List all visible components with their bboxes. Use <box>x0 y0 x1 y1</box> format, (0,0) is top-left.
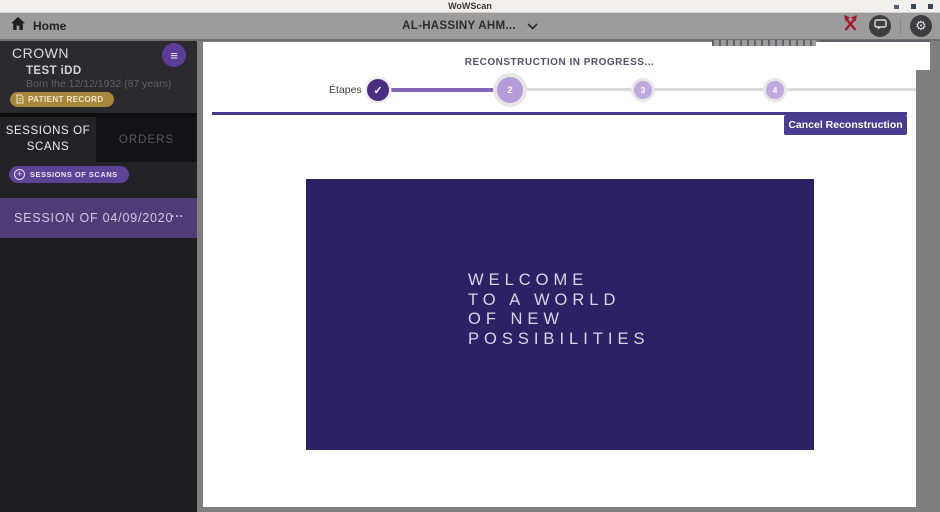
sidebar: CROWN ≡ TEST iDD Born the 12/12/1932 (87… <box>0 41 197 512</box>
chevron-down-icon <box>527 17 538 35</box>
step-4: 4 <box>766 81 784 99</box>
case-menu-button[interactable]: ≡ <box>162 43 186 67</box>
cancel-reconstruction-button[interactable]: Cancel Reconstruction <box>784 115 907 135</box>
welcome-banner: WELCOME TO A WORLD OF NEW POSSIBILITIES <box>306 179 814 450</box>
tab-orders[interactable]: ORDERS <box>96 117 197 162</box>
settings-button[interactable]: ⚙ <box>910 15 932 37</box>
patient-card: CROWN ≡ TEST iDD Born the 12/12/1932 (87… <box>0 41 197 113</box>
banner-line: WELCOME <box>468 271 649 291</box>
session-menu-button[interactable]: ... <box>171 206 184 220</box>
page-title: RECONSTRUCTION IN PROGRESS... <box>203 57 916 68</box>
home-label: Home <box>33 19 66 33</box>
check-icon: ✓ <box>373 84 382 97</box>
banner-line: OF NEW <box>468 310 649 330</box>
banner-line: POSSIBILITIES <box>468 330 649 350</box>
window-titlebar: WoWScan <box>0 0 940 13</box>
chat-button[interactable] <box>869 15 891 37</box>
maximize-button[interactable] <box>911 4 916 9</box>
tooltip-fragment-strip <box>712 40 816 46</box>
steps-label: Étapes <box>329 84 362 96</box>
session-label: SESSION OF 04/09/2020 <box>14 211 173 225</box>
wow-logo-icon <box>841 14 860 38</box>
stepper-track-complete <box>378 88 510 92</box>
stepper-track-remaining <box>510 88 916 91</box>
step-1-done: ✓ <box>367 79 389 101</box>
close-button[interactable] <box>928 4 933 9</box>
patient-selector-dropdown[interactable]: AL-HASSINY AHM... <box>402 13 538 39</box>
patient-record-label: PATIENT RECORD <box>28 95 104 104</box>
patient-name: TEST iDD <box>26 65 82 77</box>
patient-record-badge[interactable]: PATIENT RECORD <box>10 92 114 107</box>
tooltip-fragment-box <box>820 40 930 70</box>
header-actions: ⚙ <box>841 13 932 39</box>
welcome-banner-text: WELCOME TO A WORLD OF NEW POSSIBILITIES <box>468 271 649 349</box>
session-list-item[interactable]: SESSION OF 04/09/2020 ... <box>0 198 197 238</box>
document-icon <box>16 91 24 109</box>
add-session-button[interactable]: + SESSIONS OF SCANS <box>9 166 129 183</box>
add-session-label: SESSIONS OF SCANS <box>30 170 118 179</box>
main-panel: RECONSTRUCTION IN PROGRESS... Étapes ✓ 2… <box>203 42 916 507</box>
banner-line: TO A WORLD <box>468 291 649 311</box>
step-3: 3 <box>634 81 652 99</box>
hamburger-icon: ≡ <box>170 48 178 63</box>
header-divider <box>900 18 901 34</box>
window-title: WoWScan <box>448 1 492 11</box>
case-title: CROWN <box>12 45 69 61</box>
patient-birthdate: Born the 12/12/1932 (87 years) <box>26 78 171 90</box>
home-icon <box>10 16 26 36</box>
gear-icon: ⚙ <box>915 20 927 33</box>
sidebar-actions: + SESSIONS OF SCANS <box>0 162 197 199</box>
sidebar-tabs: SESSIONS OF SCANS ORDERS <box>0 117 197 162</box>
minimize-button[interactable] <box>894 5 899 9</box>
tab-sessions-of-scans[interactable]: SESSIONS OF SCANS <box>0 117 96 162</box>
patient-selector-label: AL-HASSINY AHM... <box>402 20 516 32</box>
home-button[interactable]: Home <box>10 13 66 39</box>
app-header: Home AL-HASSINY AHM... <box>0 13 940 41</box>
chat-icon <box>874 17 887 35</box>
window-controls <box>894 4 933 9</box>
plus-icon: + <box>14 169 25 180</box>
step-2-current: 2 <box>497 77 523 103</box>
